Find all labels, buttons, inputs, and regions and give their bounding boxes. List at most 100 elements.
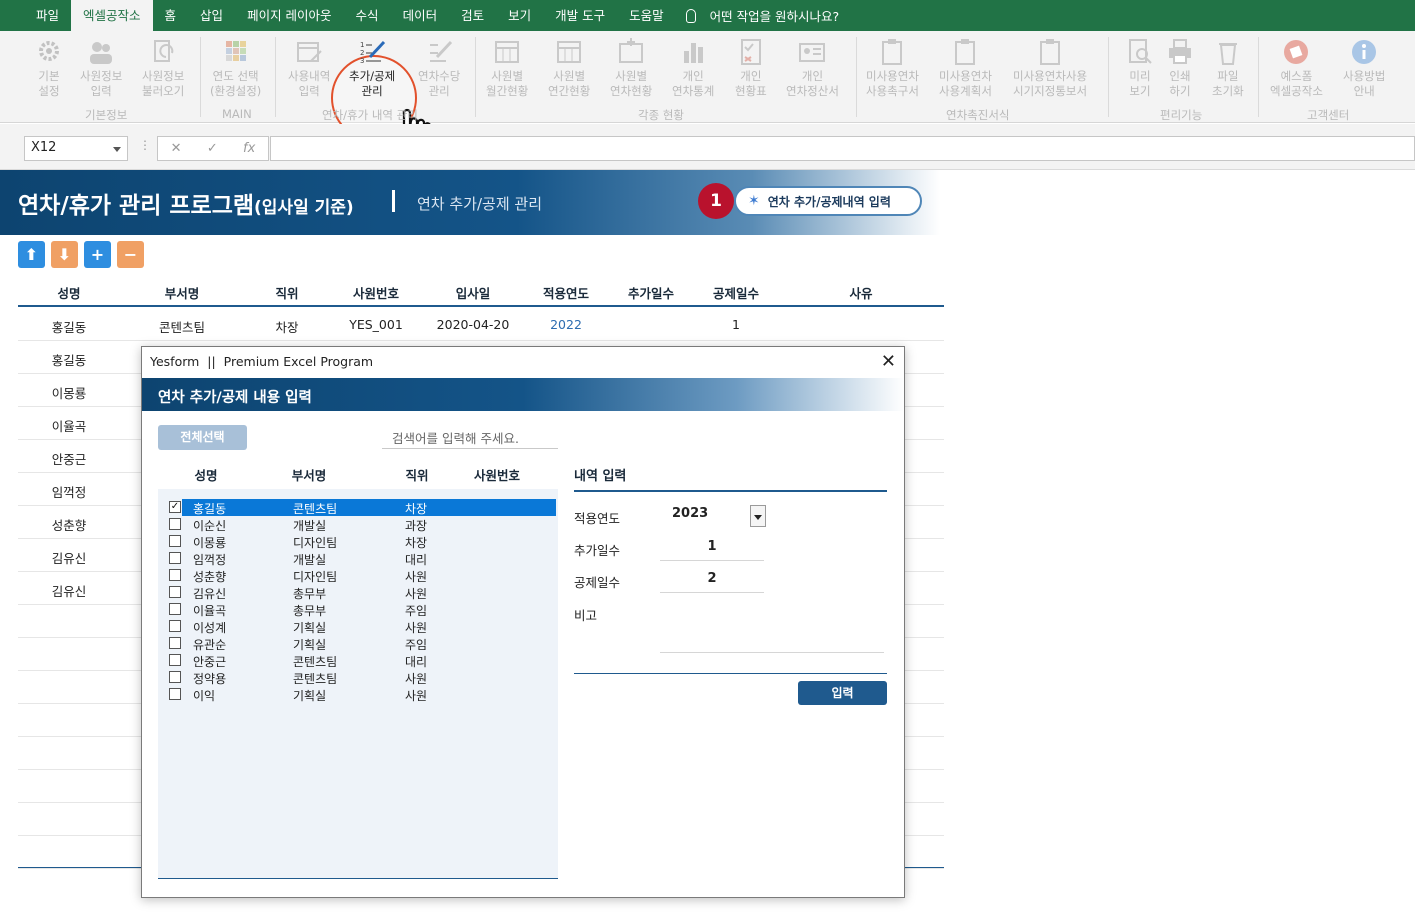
checkbox[interactable] — [169, 569, 181, 581]
add-row-button[interactable]: + — [84, 241, 111, 268]
select-all-button[interactable]: 전체선택 — [158, 425, 247, 450]
chevron-down-icon[interactable] — [750, 505, 766, 527]
gear-icon — [39, 41, 59, 61]
function-icon[interactable]: fx — [243, 141, 255, 156]
list-item[interactable]: 이순신 개발실 과장 — [166, 516, 556, 533]
tell-me-box[interactable]: 어떤 작업을 원하시나요? — [685, 6, 839, 25]
tab-data[interactable]: 데이터 — [391, 0, 450, 31]
usage-request-button[interactable]: 미사용연차 사용촉구서 — [866, 37, 919, 99]
dialog-titlebar: Yesform || Premium Excel Program — [142, 347, 904, 377]
enter-icon[interactable]: ✓ — [207, 141, 218, 156]
group-label-cs: 고객센터 — [1307, 108, 1350, 122]
tab-review[interactable]: 검토 — [449, 0, 496, 31]
list-item[interactable]: 이율곡 총무부 주임 — [166, 601, 556, 618]
name-box[interactable]: X12 — [24, 136, 128, 161]
add-deduct-entry-button[interactable]: ✶ 연차 추가/공제내역 입력 — [734, 186, 922, 216]
personal-settlement-button[interactable]: 개인 연차정산서 — [786, 37, 839, 99]
checkbox[interactable] — [169, 654, 181, 666]
personal-status-button[interactable]: 개인 현황표 — [735, 37, 767, 99]
basic-settings-button[interactable]: 기본 설정 — [34, 37, 64, 99]
tab-developer[interactable]: 개발 도구 — [543, 0, 617, 31]
allowance-manage-button[interactable]: 연차수당 관리 — [418, 37, 460, 99]
tab-view[interactable]: 보기 — [496, 0, 543, 31]
checkbox[interactable] — [169, 518, 181, 530]
ribbon-separator — [200, 37, 201, 117]
list-item[interactable]: 유관순 기획실 주임 — [166, 635, 556, 652]
submit-button[interactable]: 입력 — [798, 681, 887, 705]
list-item[interactable]: ✓ 홍길동 콘텐츠팀 차장 — [169, 499, 556, 516]
group-label-main: MAIN — [222, 107, 252, 121]
checkbox[interactable] — [169, 552, 181, 564]
users-icon — [90, 42, 113, 64]
year-select[interactable]: 2023 — [660, 503, 766, 529]
checkbox[interactable] — [169, 637, 181, 649]
yesform-shop-button[interactable]: 예스폼 엑셀공작소 — [1270, 37, 1323, 99]
checkbox[interactable] — [169, 603, 181, 615]
color-grid-icon — [225, 41, 246, 61]
col-emp-id: 사원번호 — [352, 286, 400, 301]
checkbox[interactable] — [169, 620, 181, 632]
title-divider — [392, 190, 395, 212]
add-deduct-dialog: Yesform || Premium Excel Program ✕ 연차 추가… — [141, 346, 905, 898]
clipboard-icon — [882, 39, 903, 65]
list-item[interactable]: 안중근 콘텐츠팀 대리 — [166, 652, 556, 669]
group-label-leave: 연차/휴가 내역 관리 — [322, 108, 418, 122]
employee-load-button[interactable]: 사원정보 불러오기 — [142, 37, 184, 99]
year-select-button[interactable]: 연도 선택 (환경설정) — [210, 37, 261, 99]
close-icon[interactable]: ✕ — [881, 351, 896, 372]
usage-input-button[interactable]: 사용내역 입력 — [288, 37, 330, 99]
employee-listbox[interactable]: ✓ 홍길동 콘텐츠팀 차장 이순신 개발실 과장 이몽룡 디자인팀 차장 임꺽정 개발실 대리 성… — [158, 489, 558, 879]
checkbox[interactable] — [169, 535, 181, 547]
checkbox-checked[interactable]: ✓ — [169, 501, 181, 513]
formula-input[interactable] — [270, 136, 1415, 161]
list-item[interactable]: 성춘향 디자인팀 사원 — [166, 567, 556, 584]
usage-plan-button[interactable]: 미사용연차 사용계획서 — [939, 37, 992, 99]
personal-stats-button[interactable]: 개인 연차통계 — [672, 37, 714, 99]
search-input[interactable]: 검색어를 입력해 주세요. — [382, 424, 558, 449]
user-guide-button[interactable]: 사용방법 안내 — [1343, 37, 1385, 99]
table-row[interactable]: 홍길동 콘텐츠팀 차장 YES_001 2020-04-20 2022 1 — [18, 308, 944, 341]
move-down-button[interactable]: ⬇ — [51, 241, 78, 268]
checklist-icon — [740, 39, 761, 65]
tab-page-layout[interactable]: 페이지 레이아웃 — [235, 0, 343, 31]
add-days-field[interactable]: 1 — [660, 535, 764, 561]
arrow-up-icon: ⬆ — [24, 245, 39, 264]
tab-home[interactable]: 홈 — [153, 0, 189, 31]
memo-field[interactable] — [660, 621, 884, 653]
file-reset-button[interactable]: 파일 초기화 — [1212, 37, 1244, 99]
print-button[interactable]: 인쇄 하기 — [1165, 37, 1195, 99]
list-item[interactable]: 정약용 콘텐츠팀 사원 — [166, 669, 556, 686]
list-item[interactable]: 이성계 기획실 사원 — [166, 618, 556, 635]
section-divider — [574, 490, 887, 492]
sparkle-cursor-icon: ✶ — [748, 193, 760, 209]
deduct-days-field[interactable]: 2 — [660, 567, 764, 593]
cancel-icon[interactable]: ✕ — [171, 141, 182, 156]
list-item[interactable]: 이몽룡 디자인팀 차장 — [166, 533, 556, 550]
move-up-button[interactable]: ⬆ — [18, 241, 45, 268]
tab-formulas[interactable]: 수식 — [344, 0, 391, 31]
list-item[interactable]: 이익 기획실 사원 — [166, 686, 556, 703]
usage-notice-button[interactable]: 미사용연차사용 시기지정통보서 — [1013, 37, 1087, 99]
table-header: 성명 부서명 직위 사원번호 입사일 적용연도 추가일수 공제일수 사유 — [18, 276, 944, 307]
list-col-dept: 부서명 — [291, 468, 327, 483]
chevron-down-icon[interactable] — [113, 147, 121, 152]
checkbox[interactable] — [169, 586, 181, 598]
checkbox[interactable] — [169, 688, 181, 700]
tab-help[interactable]: 도움말 — [617, 0, 676, 31]
tab-insert[interactable]: 삽입 — [188, 0, 235, 31]
monthly-status-button[interactable]: 사원별 월간현황 — [486, 37, 528, 99]
add-deduct-manage-button[interactable]: 123 추가/공제 관리 — [349, 37, 395, 99]
clipboard-icon — [1040, 39, 1061, 65]
group-label-promo: 연차촉진서식 — [946, 108, 1010, 122]
annual-status-button[interactable]: 사원별 연차현황 — [610, 37, 652, 99]
tab-file[interactable]: 파일 — [24, 0, 71, 31]
yearly-status-button[interactable]: 사원별 연간현황 — [548, 37, 590, 99]
delete-row-button[interactable]: − — [117, 241, 144, 268]
employee-input-button[interactable]: 사원정보 입력 — [80, 37, 122, 99]
list-item[interactable]: 김유신 총무부 사원 — [166, 584, 556, 601]
list-item[interactable]: 임꺽정 개발실 대리 — [166, 550, 556, 567]
print-preview-button[interactable]: 미리 보기 — [1125, 37, 1155, 99]
tab-excel-workshop[interactable]: 엑셀공작소 — [71, 0, 153, 31]
ribbon: 기본 설정 사원정보 입력 사원정보 불러오기 연도 선택 (환경설정) 사용내역 입력 … — [0, 31, 1415, 149]
checkbox[interactable] — [169, 671, 181, 683]
